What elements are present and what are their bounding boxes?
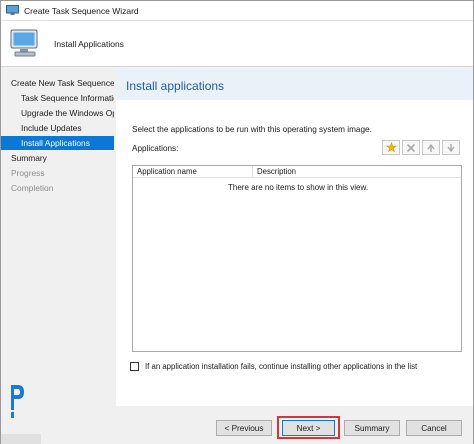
page-title: Install applications bbox=[126, 79, 225, 93]
nav-item-create-new-task-sequence[interactable]: Create New Task Sequence bbox=[1, 76, 114, 90]
move-up-icon bbox=[427, 143, 435, 152]
instructions-text: Select the applications to be run with t… bbox=[132, 125, 372, 134]
new-star-icon bbox=[385, 142, 397, 153]
add-application-button[interactable] bbox=[382, 140, 400, 155]
column-header-application-name[interactable]: Application name bbox=[133, 166, 253, 178]
cancel-button[interactable]: Cancel bbox=[406, 420, 462, 436]
nav-item-completion: Completion bbox=[11, 183, 54, 193]
nav-item-task-sequence-information[interactable]: Task Sequence Information bbox=[1, 91, 114, 105]
wizard-window: Create Task Sequence Wizard Install Appl… bbox=[0, 0, 474, 444]
empty-list-message: There are no items to show in this view. bbox=[228, 183, 369, 192]
move-down-icon bbox=[447, 143, 455, 152]
content-banner: Install applications bbox=[116, 68, 473, 100]
nav-item-include-updates[interactable]: Include Updates bbox=[1, 121, 114, 135]
move-down-button[interactable] bbox=[442, 140, 460, 155]
wizard-steps-nav: Create New Task Sequence Task Sequence I… bbox=[1, 68, 114, 406]
continue-on-failure-row: If an application installation fails, co… bbox=[130, 362, 417, 371]
list-header: Application name Description bbox=[133, 166, 461, 178]
nav-item-upgrade-windows[interactable]: Upgrade the Windows Operating System bbox=[1, 106, 114, 120]
move-up-button[interactable] bbox=[422, 140, 440, 155]
applications-label: Applications: bbox=[132, 144, 179, 153]
continue-on-failure-label[interactable]: If an application installation fails, co… bbox=[145, 362, 417, 371]
previous-button[interactable]: < Previous bbox=[216, 420, 272, 436]
applications-toolbar bbox=[382, 140, 460, 155]
horizontal-scroll-stub bbox=[1, 434, 41, 444]
next-button[interactable]: Next > bbox=[282, 420, 335, 436]
wizard-header: Install Applications bbox=[1, 21, 473, 67]
delete-x-icon bbox=[406, 143, 416, 152]
summary-button[interactable]: Summary bbox=[344, 420, 400, 436]
computer-icon bbox=[6, 5, 19, 15]
content-panel: Install applications Select the applicat… bbox=[116, 68, 473, 406]
continue-on-failure-checkbox[interactable] bbox=[130, 362, 139, 371]
nav-item-install-applications[interactable]: Install Applications bbox=[1, 136, 114, 150]
window-title: Create Task Sequence Wizard bbox=[24, 5, 139, 16]
nav-item-summary[interactable]: Summary bbox=[1, 151, 114, 165]
title-bar: Create Task Sequence Wizard bbox=[1, 1, 473, 21]
applications-list[interactable]: Application name Description There are n… bbox=[132, 165, 462, 352]
nav-item-progress: Progress bbox=[11, 168, 45, 178]
column-header-description[interactable]: Description bbox=[253, 166, 393, 178]
remove-application-button[interactable] bbox=[402, 140, 420, 155]
header-title: Install Applications bbox=[54, 38, 124, 49]
logo-watermark-icon bbox=[11, 385, 24, 418]
computer-wizard-icon bbox=[10, 29, 38, 56]
